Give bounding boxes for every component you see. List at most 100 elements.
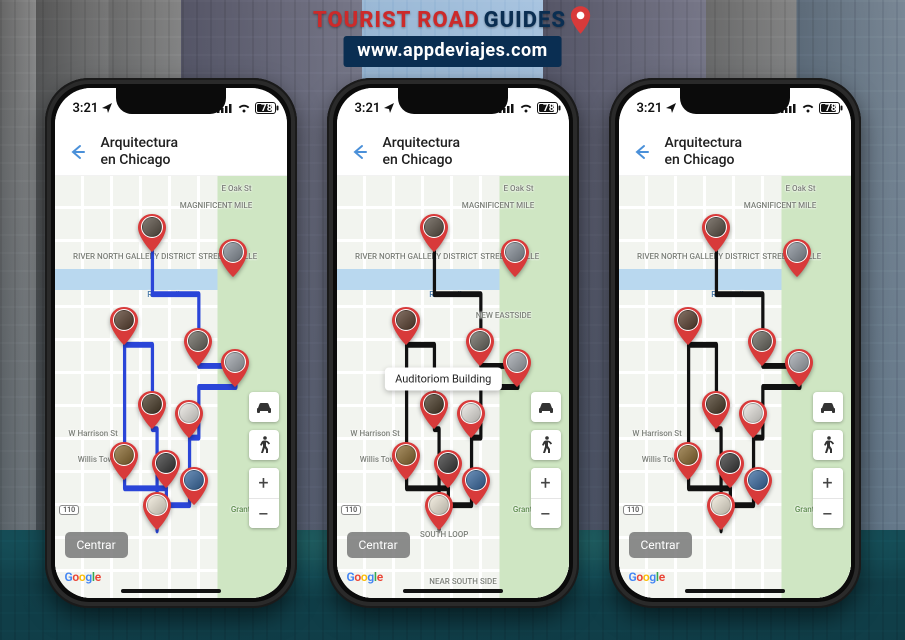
- map-pin[interactable]: [137, 391, 167, 429]
- map-pin[interactable]: [743, 467, 773, 505]
- map-pin[interactable]: [673, 307, 703, 345]
- home-indicator: [403, 589, 503, 593]
- phone-notch: [116, 88, 226, 114]
- zoom-out-button[interactable]: −: [531, 498, 561, 528]
- map-pin[interactable]: [461, 467, 491, 505]
- map-pin[interactable]: [183, 328, 213, 366]
- phone-notch: [398, 88, 508, 114]
- map-pin[interactable]: [701, 214, 731, 252]
- map-pin-icon: [570, 6, 592, 34]
- car-mode-button[interactable]: [249, 392, 279, 422]
- car-icon: [255, 400, 273, 414]
- status-right: 78: [781, 102, 836, 114]
- zoom-in-button[interactable]: +: [531, 468, 561, 498]
- map-pin[interactable]: [456, 400, 486, 438]
- back-button[interactable]: [61, 136, 93, 168]
- map-pin[interactable]: [142, 492, 172, 530]
- map-pin[interactable]: [137, 214, 167, 252]
- wifi-icon: [237, 103, 251, 113]
- page-title: Arquitectura en Chicago: [383, 135, 461, 167]
- map-view[interactable]: MAGNIFICENT MILE RIVER NORTH GALLERY DIS…: [337, 176, 569, 598]
- map-pin[interactable]: [747, 328, 777, 366]
- district-label: SOUTH LOOP: [420, 530, 468, 539]
- phone-mockup: 3:21: [45, 78, 297, 608]
- map-pin[interactable]: [179, 467, 209, 505]
- map-pin[interactable]: [220, 349, 250, 387]
- status-left: 3:21: [637, 101, 677, 116]
- map-controls: + −: [249, 392, 279, 528]
- map-pin[interactable]: [174, 400, 204, 438]
- location-arrow-icon: [666, 103, 676, 113]
- recenter-button[interactable]: Centrar: [65, 532, 128, 558]
- map-pin[interactable]: [419, 391, 449, 429]
- zoom-controls: + −: [813, 468, 843, 528]
- zoom-in-button[interactable]: +: [249, 468, 279, 498]
- recenter-button[interactable]: Centrar: [347, 532, 410, 558]
- map-view[interactable]: MAGNIFICENT MILE RIVER NORTH GALLERY DIS…: [55, 176, 287, 598]
- map-controls: + −: [813, 392, 843, 528]
- phone-screen: 3:21: [337, 88, 569, 598]
- map-pin[interactable]: [701, 391, 731, 429]
- battery-pct: 78: [543, 103, 554, 114]
- phones-row: 3:21: [0, 78, 905, 608]
- status-time: 3:21: [637, 101, 663, 116]
- walk-mode-button[interactable]: [249, 430, 279, 460]
- walk-icon: [822, 436, 834, 454]
- banner-title-word2: GUIDES: [484, 8, 566, 33]
- phone-mockup: 3:21: [609, 78, 861, 608]
- zoom-in-button[interactable]: +: [813, 468, 843, 498]
- recenter-button[interactable]: Centrar: [629, 532, 692, 558]
- walk-mode-button[interactable]: [813, 430, 843, 460]
- poi-callout[interactable]: Auditoriom Building: [385, 367, 501, 390]
- map-controls: + −: [531, 392, 561, 528]
- page-title: Arquitectura en Chicago: [665, 135, 743, 167]
- wifi-icon: [519, 103, 533, 113]
- map-pin[interactable]: [673, 442, 703, 480]
- map-pin[interactable]: [500, 239, 530, 277]
- home-indicator: [121, 589, 221, 593]
- arrow-left-icon: [350, 143, 368, 161]
- map-pin[interactable]: [218, 239, 248, 277]
- map-pin[interactable]: [738, 400, 768, 438]
- zoom-out-button[interactable]: −: [813, 498, 843, 528]
- title-line1: Arquitectura: [101, 135, 179, 151]
- walk-icon: [258, 436, 270, 454]
- title-line2: en Chicago: [665, 152, 743, 168]
- location-arrow-icon: [384, 103, 394, 113]
- map-pin[interactable]: [715, 450, 745, 488]
- map-pin[interactable]: [391, 442, 421, 480]
- map-pin[interactable]: [784, 349, 814, 387]
- arrow-left-icon: [632, 143, 650, 161]
- map-pin[interactable]: [433, 450, 463, 488]
- app-header: Arquitectura en Chicago: [619, 128, 851, 176]
- title-line2: en Chicago: [383, 152, 461, 168]
- map-pin[interactable]: [706, 492, 736, 530]
- route-shield: 110: [623, 505, 643, 515]
- app-header: Arquitectura en Chicago: [55, 128, 287, 176]
- walk-mode-button[interactable]: [531, 430, 561, 460]
- map-view[interactable]: MAGNIFICENT MILE RIVER NORTH GALLERY DIS…: [619, 176, 851, 598]
- map-pin[interactable]: [109, 307, 139, 345]
- status-left: 3:21: [355, 101, 395, 116]
- phone-mockup: 3:21: [327, 78, 579, 608]
- title-line1: Arquitectura: [383, 135, 461, 151]
- car-mode-button[interactable]: [531, 392, 561, 422]
- title-line1: Arquitectura: [665, 135, 743, 151]
- map-pin[interactable]: [424, 492, 454, 530]
- map-pin[interactable]: [502, 349, 532, 387]
- wifi-icon: [801, 103, 815, 113]
- arrow-left-icon: [68, 143, 86, 161]
- car-mode-button[interactable]: [813, 392, 843, 422]
- map-pin[interactable]: [109, 442, 139, 480]
- map-pin[interactable]: [151, 450, 181, 488]
- back-button[interactable]: [343, 136, 375, 168]
- map-pin[interactable]: [419, 214, 449, 252]
- zoom-out-button[interactable]: −: [249, 498, 279, 528]
- map-pin[interactable]: [465, 328, 495, 366]
- back-button[interactable]: [625, 136, 657, 168]
- phone-notch: [680, 88, 790, 114]
- app-header: Arquitectura en Chicago: [337, 128, 569, 176]
- map-pin[interactable]: [391, 307, 421, 345]
- google-logo: Google: [65, 570, 101, 584]
- map-pin[interactable]: [782, 239, 812, 277]
